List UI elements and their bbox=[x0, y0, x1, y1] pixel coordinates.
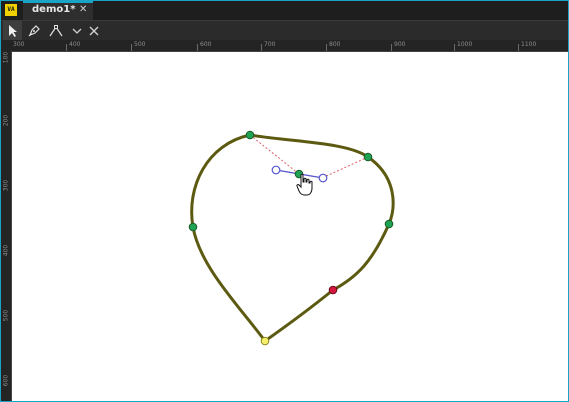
selected-node bbox=[328, 285, 338, 295]
tab-title: demo1* bbox=[32, 4, 76, 15]
vector-drawing bbox=[188, 130, 395, 346]
anchor-node bbox=[384, 219, 394, 229]
start-node bbox=[260, 336, 270, 346]
horizontal-ruler-ticks bbox=[66, 44, 519, 51]
select-tool-button[interactable] bbox=[3, 21, 22, 40]
ruler-label: 400 bbox=[2, 244, 10, 257]
tab-bar: VA demo1* ✕ bbox=[1, 1, 568, 21]
close-tab-icon[interactable]: ✕ bbox=[79, 4, 87, 15]
chevron-down-icon bbox=[72, 28, 81, 34]
horizontal-ruler[interactable]: 300 400 500 600 700 800 900 1000 1100 bbox=[11, 40, 568, 52]
ruler-label: 600 bbox=[2, 374, 10, 387]
tab-demo1[interactable]: demo1* ✕ bbox=[23, 1, 93, 20]
select-tool-icon bbox=[8, 24, 17, 37]
node-tool-button[interactable] bbox=[46, 21, 65, 40]
control-handle bbox=[271, 165, 281, 175]
anchor-node bbox=[188, 222, 198, 232]
bezier-path bbox=[190, 133, 395, 344]
anchor-node bbox=[363, 152, 373, 162]
guide-line bbox=[321, 156, 369, 179]
ruler-label: 500 bbox=[2, 309, 10, 322]
node-tool-icon bbox=[49, 24, 62, 36]
app-window: VA demo1* ✕ 300 400 500 600 700 800 900 … bbox=[0, 0, 569, 402]
control-handle bbox=[318, 173, 328, 183]
drawing-canvas[interactable] bbox=[12, 52, 568, 401]
pen-tool-icon bbox=[28, 24, 40, 36]
ruler-label: 100 bbox=[2, 51, 10, 64]
ruler-label: 300 bbox=[2, 179, 10, 192]
toolbar bbox=[1, 21, 568, 40]
anchor-node bbox=[245, 130, 255, 140]
close-icon bbox=[89, 26, 98, 35]
pen-tool-button[interactable] bbox=[24, 21, 43, 40]
ruler-label: 200 bbox=[2, 114, 10, 127]
app-logo-icon: VA bbox=[5, 4, 17, 16]
delete-node-button[interactable] bbox=[84, 21, 103, 40]
vertical-ruler[interactable]: 100 200 300 400 500 600 bbox=[1, 51, 12, 401]
